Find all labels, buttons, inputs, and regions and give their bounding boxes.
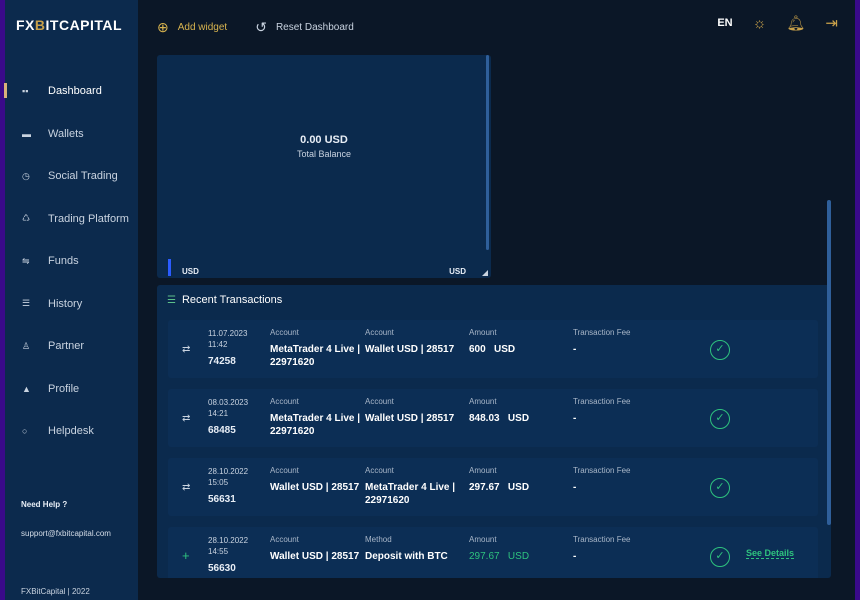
profile-icon: ▲	[22, 384, 48, 394]
transaction-row[interactable]: ⇄ 08.03.202314:21 68485 AccountMetaTrade…	[168, 389, 818, 447]
need-help-label: Need Help ?	[21, 500, 67, 509]
theme-sun-icon[interactable]: ☼	[753, 15, 767, 32]
currency-left: USD	[182, 267, 199, 276]
copyright: FXBitCapital | 2022	[21, 587, 90, 596]
header-actions: EN ☼ 🔔︎ ⇥	[717, 14, 838, 32]
wallets-icon: ▬	[22, 129, 48, 139]
total-balance-widget: 0.00 USD Total Balance USD USD	[157, 55, 491, 278]
amount-column: Amount297.67 USD	[469, 535, 529, 563]
sidebar-item-helpdesk[interactable]: ○Helpdesk	[5, 410, 138, 453]
amount-column: Amount297.67 USD	[469, 466, 529, 494]
transaction-row[interactable]: ⇄ 11.07.202311:42 74258 AccountMetaTrade…	[168, 320, 818, 378]
transaction-id: 68485	[208, 425, 236, 436]
funds-icon: ⇋	[22, 256, 48, 267]
partner-icon: ♙	[22, 341, 48, 352]
status-check-icon: ✓	[710, 547, 730, 567]
status-check-icon: ✓	[710, 409, 730, 429]
right-border	[855, 0, 860, 600]
status-check-icon: ✓	[710, 478, 730, 498]
logo[interactable]: FXBITCAPITAL	[16, 17, 122, 33]
from-column: AccountWallet USD | 28517	[270, 466, 365, 494]
history-icon: ☰	[22, 298, 48, 309]
sidebar-item-label: Funds	[48, 255, 79, 267]
sidebar-item-label: History	[48, 298, 82, 310]
sidebar-item-funds[interactable]: ⇋Funds	[5, 240, 138, 283]
support-email-link[interactable]: support@fxbitcapital.com	[21, 529, 111, 538]
reset-icon: ↺	[255, 19, 267, 36]
add-widget-button[interactable]: ⊕ Add widget	[157, 19, 227, 36]
see-details-link[interactable]: See Details	[746, 548, 794, 559]
sidebar-item-trading-platform[interactable]: ♺Trading Platform	[5, 198, 138, 241]
sidebar-item-history[interactable]: ☰History	[5, 283, 138, 326]
sidebar-item-label: Wallets	[48, 128, 84, 140]
to-column: AccountMetaTrader 4 Live | 22971620	[365, 466, 460, 507]
dashboard-icon: ▪▪	[22, 86, 48, 96]
transaction-date: 28.10.202214:55	[208, 535, 248, 557]
transaction-date: 28.10.202215:05	[208, 466, 248, 488]
sidebar-item-label: Helpdesk	[48, 425, 94, 437]
sidebar-item-profile[interactable]: ▲Profile	[5, 368, 138, 411]
balance-bar	[168, 259, 171, 276]
sidebar-item-label: Dashboard	[48, 85, 102, 97]
status-check-icon: ✓	[710, 340, 730, 360]
deposit-plus-icon: +	[182, 548, 190, 563]
fee-column: Transaction Fee-	[573, 535, 631, 563]
fee-column: Transaction Fee-	[573, 466, 631, 494]
title-text: Recent Transactions	[182, 294, 282, 306]
from-column: AccountMetaTrader 4 Live | 22971620	[270, 328, 365, 369]
resize-handle[interactable]	[482, 270, 488, 276]
transaction-row[interactable]: + 28.10.202214:55 56630 AccountWallet US…	[168, 527, 818, 578]
transfer-icon: ⇄	[182, 344, 190, 355]
to-column: AccountWallet USD | 28517	[365, 397, 460, 425]
sidebar-item-label: Social Trading	[48, 170, 118, 182]
sidebar-item-dashboard[interactable]: ▪▪Dashboard	[5, 70, 138, 113]
add-widget-label: Add widget	[178, 22, 227, 33]
sidebar-item-social-trading[interactable]: ◷Social Trading	[5, 155, 138, 198]
sidebar-item-label: Trading Platform	[48, 213, 129, 225]
amount-column: Amount600 USD	[469, 328, 515, 356]
toolbar: ⊕ Add widget ↺ Reset Dashboard	[157, 19, 382, 36]
helpdesk-icon: ○	[22, 426, 48, 436]
amount-column: Amount848.03 USD	[469, 397, 529, 425]
transaction-date: 08.03.202314:21	[208, 397, 248, 419]
social-trading-icon: ◷	[22, 171, 48, 182]
plus-circle-icon: ⊕	[157, 19, 169, 36]
from-column: AccountMetaTrader 4 Live | 22971620	[270, 397, 365, 438]
reset-dashboard-label: Reset Dashboard	[276, 22, 354, 33]
sidebar: FXBITCAPITAL ▪▪Dashboard▬Wallets◷Social …	[5, 0, 138, 600]
list-icon: ☰	[167, 295, 176, 306]
sidebar-item-label: Profile	[48, 383, 79, 395]
sidebar-item-wallets[interactable]: ▬Wallets	[5, 113, 138, 156]
trading-platform-icon: ♺	[22, 213, 48, 224]
transfer-icon: ⇄	[182, 413, 190, 424]
fee-column: Transaction Fee-	[573, 328, 631, 356]
reset-dashboard-button[interactable]: ↺ Reset Dashboard	[255, 19, 354, 36]
transfer-icon: ⇄	[182, 482, 190, 493]
sidebar-item-label: Partner	[48, 340, 84, 352]
recent-transactions-title: ☰ Recent Transactions	[167, 294, 282, 306]
transaction-date: 11.07.202311:42	[208, 328, 247, 350]
fee-column: Transaction Fee-	[573, 397, 631, 425]
sidebar-nav: ▪▪Dashboard▬Wallets◷Social Trading♺Tradi…	[5, 70, 138, 453]
page-scrollbar[interactable]	[827, 200, 831, 525]
from-column: AccountWallet USD | 28517	[270, 535, 365, 563]
currency-right: USD	[449, 267, 466, 276]
transaction-id: 56631	[208, 494, 236, 505]
balance-label: Total Balance	[157, 149, 491, 159]
transaction-id: 74258	[208, 356, 236, 367]
recent-transactions-widget: ☰ Recent Transactions ⇄ 11.07.202311:42 7…	[157, 285, 831, 578]
balance-amount: 0.00 USD	[157, 134, 491, 146]
transaction-row[interactable]: ⇄ 28.10.202215:05 56631 AccountWallet US…	[168, 458, 818, 516]
bell-icon[interactable]: 🔔︎	[786, 14, 805, 32]
language-selector[interactable]: EN	[717, 17, 732, 29]
to-column: AccountWallet USD | 28517	[365, 328, 460, 356]
sidebar-item-partner[interactable]: ♙Partner	[5, 325, 138, 368]
logout-icon[interactable]: ⇥	[825, 14, 838, 32]
to-column: MethodDeposit with BTC	[365, 535, 460, 563]
transaction-id: 56630	[208, 563, 236, 574]
